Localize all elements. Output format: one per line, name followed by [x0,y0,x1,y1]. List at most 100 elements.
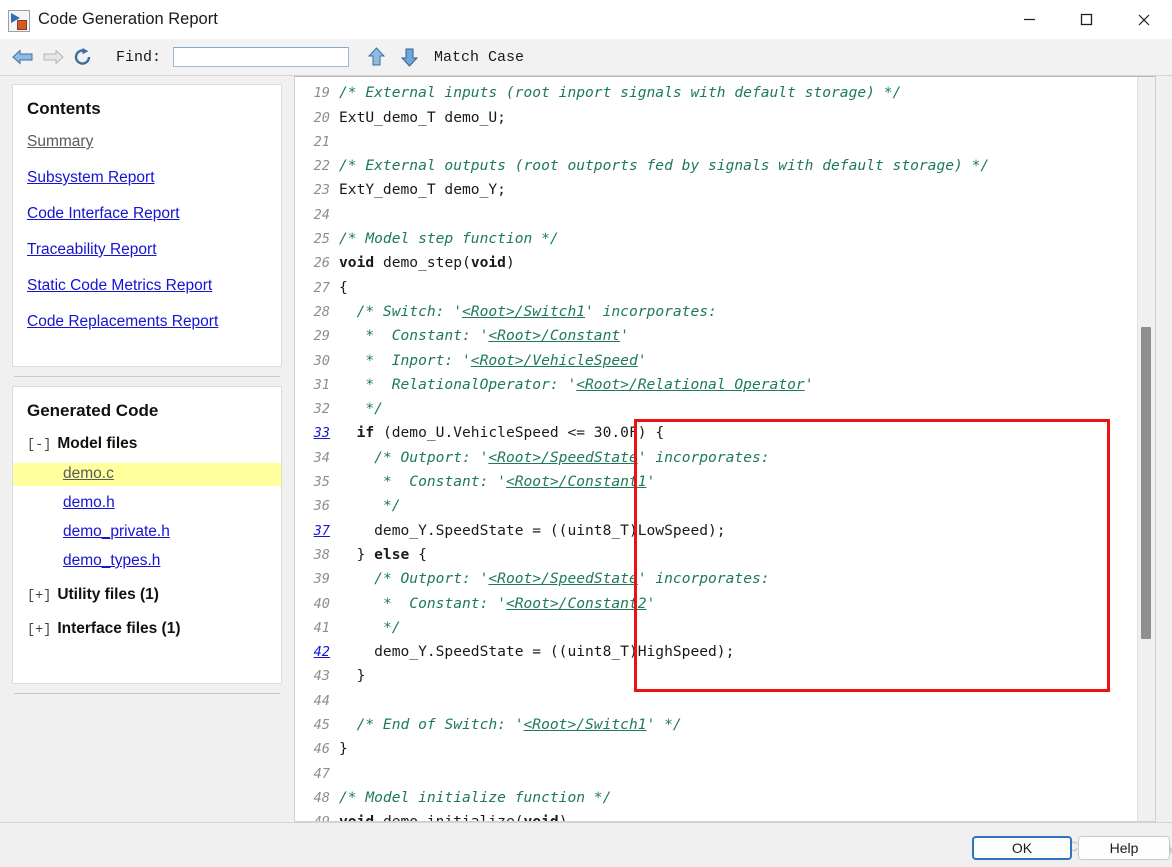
code-line: 35 * Constant: '<Root>/Constant1' [295,470,1139,494]
refresh-icon[interactable] [68,42,98,72]
line-number-link[interactable]: 33 [295,421,339,445]
file-link-demo-types-h[interactable]: demo_types.h [27,552,267,570]
match-case-toggle[interactable]: Match Case [434,49,524,66]
sidebar-item-traceability-report[interactable]: Traceability Report [27,241,267,259]
code-line-text: * Constant: '<Root>/Constant' [365,327,629,345]
code-line: 38 } else { [295,543,1139,567]
line-number: 40 [313,595,330,612]
code-line: 25 /* Model step function */ [295,227,1139,251]
code-line: 20 ExtU_demo_T demo_U; [295,106,1139,130]
file-link-demo-private-h[interactable]: demo_private.h [27,523,267,541]
find-next-icon[interactable] [396,44,422,70]
help-button[interactable]: Help [1078,836,1170,860]
file-link-demo-h[interactable]: demo.h [27,494,267,512]
code-line: 28 /* Switch: '<Root>/Switch1' incorpora… [295,300,1139,324]
back-arrow-icon[interactable] [8,42,38,72]
sidebar-item-static-code-metrics-report[interactable]: Static Code Metrics Report [27,277,267,295]
code-line: 27 { [295,276,1139,300]
code-line-text: } [339,740,348,758]
code-line: 40 * Constant: '<Root>/Constant2' [295,592,1139,616]
code-line: 26 void demo_step(void) [295,251,1139,275]
maximize-icon[interactable] [1058,0,1115,39]
code-line-text [339,689,1139,713]
code-scroll-area[interactable]: 18 19/* External inputs (root inport sig… [295,77,1139,821]
line-number: 45 [313,717,330,734]
line-number: 19 [313,85,330,102]
sidebar-item-subsystem-report[interactable]: Subsystem Report [27,169,267,187]
title-bar: Code Generation Report [0,0,1172,40]
code-line-text: * Inport: '<Root>/VehicleSpeed' [365,351,647,369]
tree-node-model-files[interactable]: [-] Model files [27,435,267,453]
code-line: 23 ExtY_demo_T demo_Y; [295,178,1139,202]
line-number: 38 [313,546,330,563]
line-number: 31 [313,376,330,393]
collapse-icon[interactable]: [-] [27,438,51,453]
line-number: 43 [313,668,330,685]
code-line: 42 demo_Y.SpeedState = ((uint8_T)HighSpe… [295,640,1139,664]
code-line-text: /* Model initialize function */ [339,788,612,806]
ok-button[interactable]: OK [972,836,1072,860]
sidebar-item-summary[interactable]: Summary [27,133,267,151]
line-number-link[interactable]: 37 [295,519,339,543]
simulink-model-icon [7,9,30,32]
code-line-text: demo_Y.SpeedState = ((uint8_T)LowSpeed); [339,521,726,539]
code-line-text: */ [382,497,401,515]
line-number: 49 [295,810,339,821]
find-input[interactable] [173,47,350,67]
code-line-text: /* End of Switch: '<Root>/Switch1' */ [356,716,682,734]
tree-node-label: Model files [57,435,138,452]
expand-icon[interactable]: [+] [27,623,51,638]
code-viewer: 18 19/* External inputs (root inport sig… [294,76,1156,822]
line-number: 44 [313,692,330,709]
expand-icon[interactable]: [+] [27,589,51,604]
code-line-text: ExtU_demo_T demo_U; [339,108,506,126]
sidebar-divider-2 [14,693,280,694]
code-line-text: } [339,667,366,685]
minimize-icon[interactable] [1001,0,1058,39]
sidebar-item-code-replacements-report[interactable]: Code Replacements Report [27,313,267,331]
file-link-demo-c[interactable]: demo.c [13,463,281,486]
code-generation-report-window: Code Generation Report Find: Match Case … [0,0,1172,867]
code-line-text: * Constant: '<Root>/Constant2' [382,594,656,612]
line-number: 34 [313,449,330,466]
code-line-text: ExtY_demo_T demo_Y; [339,181,506,199]
line-number: 23 [313,182,330,199]
tree-node-utility-files[interactable]: [+] Utility files (1) [27,586,267,604]
code-line-text: /* Outport: '<Root>/SpeedState' incorpor… [374,570,770,588]
line-number: 32 [313,401,330,418]
code-line-text: void demo_initialize(void) [339,810,1139,821]
line-number: 20 [313,109,330,126]
line-number: 41 [313,619,330,636]
code-line-text: /* Outport: '<Root>/SpeedState' incorpor… [374,448,770,466]
sidebar-item-code-interface-report[interactable]: Code Interface Report [27,205,267,223]
line-number: 47 [313,765,330,782]
code-line-text [339,130,1139,154]
code-line: 33 if (demo_U.VehicleSpeed <= 30.0F) { [295,421,1139,445]
code-line-text [339,762,1139,786]
code-line-text: void demo_step(void) [339,254,515,272]
tree-node-interface-files[interactable]: [+] Interface files (1) [27,620,267,638]
code-line-text: * RelationalOperator: '<Root>/Relational… [365,375,814,393]
code-line-text: } else { [339,545,427,563]
tree-node-label: Utility files (1) [57,586,159,603]
line-number: 36 [313,498,330,515]
code-lines: 18 19/* External inputs (root inport sig… [295,77,1139,821]
close-icon[interactable] [1115,0,1172,39]
code-line: 47 [295,762,1139,786]
line-number-link[interactable]: 42 [295,640,339,664]
code-line-text [339,203,1139,227]
sidebar: Contents Summary Subsystem Report Code I… [12,84,282,810]
scrollbar-thumb[interactable] [1141,327,1151,639]
find-previous-icon[interactable] [363,44,389,70]
line-number: 27 [313,279,330,296]
code-line: 32 */ [295,397,1139,421]
line-number: 28 [313,303,330,320]
code-vertical-scrollbar[interactable] [1137,77,1155,821]
code-line-text: { [339,278,348,296]
code-line: 36 */ [295,494,1139,518]
code-line-text: /* Model step function */ [339,230,559,248]
code-line: 48 /* Model initialize function */ [295,786,1139,810]
code-line: 39 /* Outport: '<Root>/SpeedState' incor… [295,567,1139,591]
code-line: 46} [295,737,1139,761]
code-line: 31 * RelationalOperator: '<Root>/Relatio… [295,373,1139,397]
